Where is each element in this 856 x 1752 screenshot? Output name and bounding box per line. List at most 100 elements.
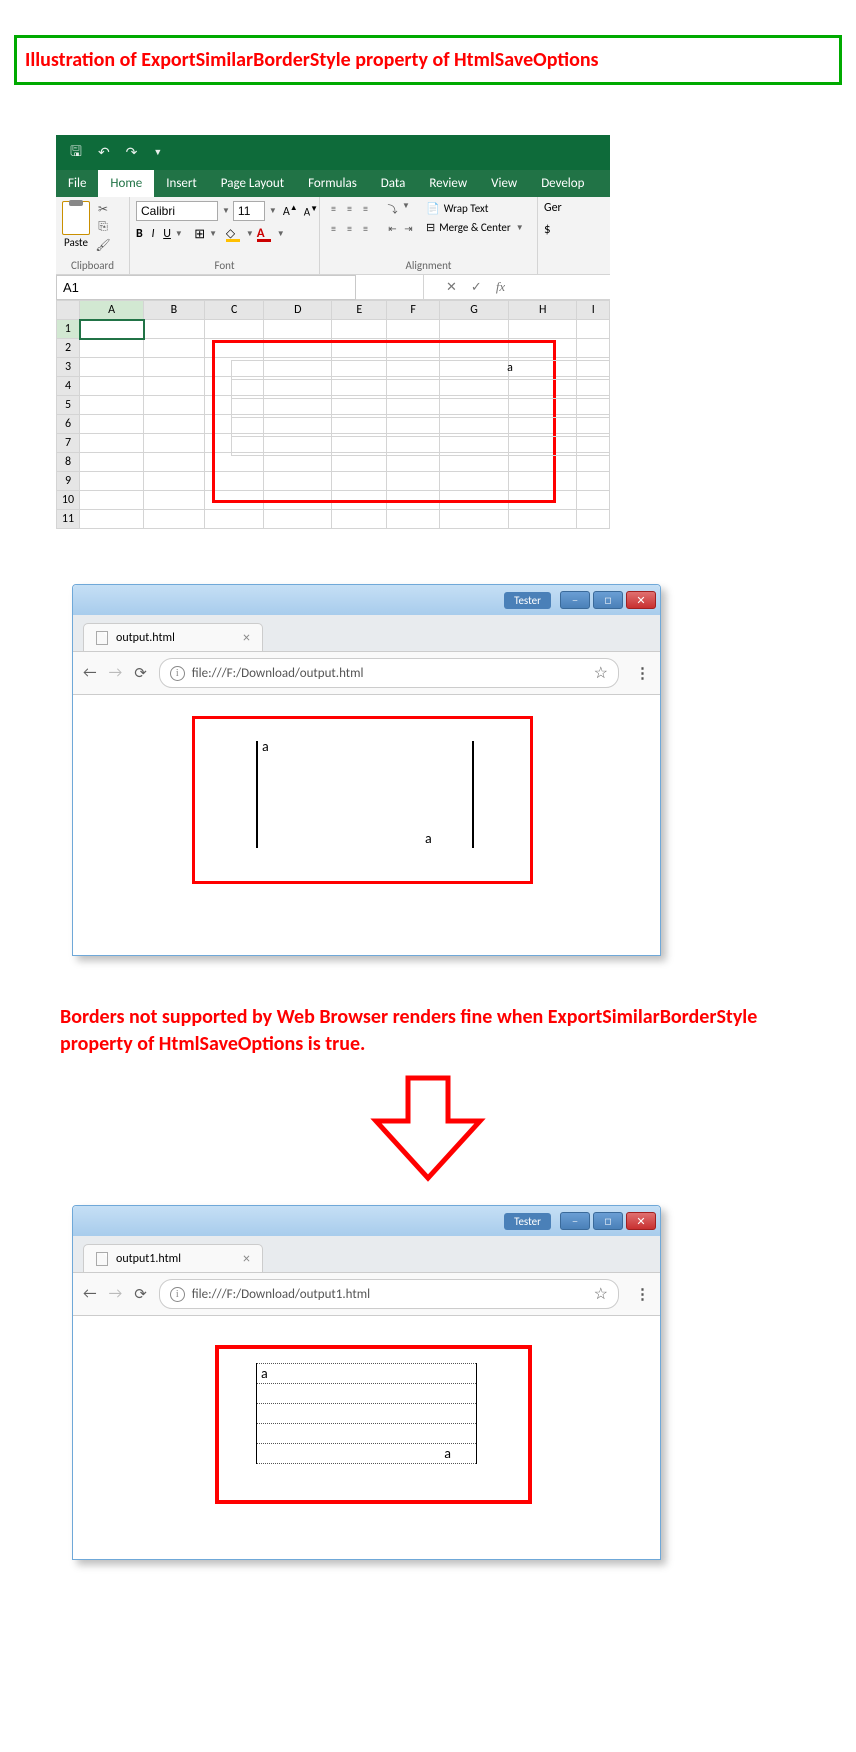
font-color-icon[interactable]: A [257,226,273,242]
col-header[interactable]: G [439,301,508,320]
select-all-corner[interactable] [57,301,80,320]
col-header[interactable]: E [332,301,387,320]
col-header[interactable]: I [577,301,610,320]
wrap-text-button[interactable]: 📄 Wrap Text [426,202,524,215]
paste-icon[interactable] [62,201,90,235]
italic-button[interactable]: I [151,227,154,241]
maximize-button[interactable]: ◻ [593,1212,623,1230]
address-bar[interactable]: i file:///F:/Download/output.html ☆ [159,658,619,688]
align-left-icon[interactable]: ≡ [326,221,341,236]
row-header[interactable]: 2 [57,339,80,358]
close-tab-icon[interactable]: × [243,629,250,646]
menu-icon[interactable]: ⋮ [635,1285,650,1304]
fill-color-icon[interactable]: ◇ [226,226,242,242]
reload-button[interactable]: ⟳ [134,664,147,683]
number-format-select[interactable]: Ger [544,201,592,215]
row-header[interactable]: 1 [57,320,80,339]
col-header[interactable]: H [509,301,577,320]
increase-font-icon[interactable]: A▲ [283,203,298,219]
minimize-button[interactable]: ─ [560,1212,590,1230]
decrease-indent-icon[interactable]: ⇤ [385,221,400,236]
tab-home[interactable]: Home [98,170,154,197]
close-tab-icon[interactable]: × [243,1250,250,1267]
col-header[interactable]: D [264,301,332,320]
underline-button[interactable]: U [163,227,171,241]
fx-label[interactable]: fx [496,279,505,295]
info-icon[interactable]: i [170,666,185,681]
col-header[interactable]: F [387,301,440,320]
col-header[interactable]: A [80,301,144,320]
browser-tab[interactable]: output.html × [83,623,263,651]
tab-file[interactable]: File [56,170,98,197]
browser-tab-strip: output1.html × [73,1236,660,1272]
chevron-down-icon[interactable]: ▼ [222,206,230,216]
close-button[interactable]: ✕ [626,591,656,609]
back-button[interactable]: ← [83,664,97,682]
col-header[interactable]: C [204,301,264,320]
copy-icon[interactable]: ⎘ [95,220,111,236]
save-icon[interactable]: 🖫 [70,141,82,165]
cut-icon[interactable]: ✂ [95,202,111,218]
enter-fx-icon[interactable]: ✓ [471,280,482,295]
window-titlebar: Tester ─ ◻ ✕ [73,1206,660,1236]
profile-badge[interactable]: Tester [504,1213,551,1230]
row-header[interactable]: 10 [57,491,80,510]
tab-developer[interactable]: Develop [529,170,596,197]
bookmark-icon[interactable]: ☆ [594,1284,608,1304]
tab-insert[interactable]: Insert [154,170,209,197]
row-header[interactable]: 5 [57,396,80,415]
align-center-icon[interactable]: ≡ [342,221,357,236]
increase-indent-icon[interactable]: ⇥ [401,221,416,236]
row-header[interactable]: 4 [57,377,80,396]
qat-dropdown-icon[interactable]: ▼ [153,147,162,158]
info-icon[interactable]: i [170,1287,185,1302]
row-header[interactable]: 6 [57,415,80,434]
tab-page-layout[interactable]: Page Layout [209,170,296,197]
font-size-input[interactable] [233,201,265,221]
merge-center-button[interactable]: ⊟ Merge & Center ▼ [426,221,524,234]
orientation-icon[interactable]: ⤵ [385,201,400,216]
row-header[interactable]: 3 [57,358,80,377]
align-bottom-icon[interactable]: ≡ [358,201,373,216]
row-header[interactable]: 9 [57,472,80,491]
cell-value: a [262,738,269,755]
currency-button[interactable]: $ [544,222,592,237]
chevron-down-icon[interactable]: ▼ [269,206,277,216]
browser-tab[interactable]: output1.html × [83,1244,263,1272]
bold-button[interactable]: B [136,227,143,241]
format-painter-icon[interactable]: 🖌 [95,238,111,254]
reload-button[interactable]: ⟳ [134,1285,147,1304]
redo-icon[interactable]: ↷ [126,144,138,161]
menu-icon[interactable]: ⋮ [635,664,650,683]
name-box-input[interactable] [56,275,356,300]
tab-data[interactable]: Data [369,170,418,197]
tab-formulas[interactable]: Formulas [296,170,369,197]
row-header[interactable]: 11 [57,510,80,529]
border-icon[interactable]: ⊞ [194,227,205,242]
cancel-fx-icon[interactable]: ✕ [446,280,457,295]
cell-a1[interactable] [80,320,144,339]
col-header[interactable]: B [144,301,205,320]
bookmark-icon[interactable]: ☆ [594,663,608,683]
down-arrow-icon [0,1073,856,1183]
profile-badge[interactable]: Tester [504,592,551,609]
decrease-font-icon[interactable]: A▼ [304,204,318,219]
close-button[interactable]: ✕ [626,1212,656,1230]
align-top-icon[interactable]: ≡ [326,201,341,216]
document-icon [96,631,108,645]
worksheet-grid[interactable]: A B C D E F G H I 1 2 3 4 5 6 7 8 9 10 1… [56,300,610,529]
font-name-input[interactable] [136,201,218,221]
tab-view[interactable]: View [479,170,529,197]
address-bar[interactable]: i file:///F:/Download/output1.html ☆ [159,1279,619,1309]
align-right-icon[interactable]: ≡ [358,221,373,236]
minimize-button[interactable]: ─ [560,591,590,609]
tab-review[interactable]: Review [417,170,479,197]
forward-button[interactable]: → [109,664,123,682]
align-middle-icon[interactable]: ≡ [342,201,357,216]
back-button[interactable]: ← [83,1285,97,1303]
row-header[interactable]: 7 [57,434,80,453]
row-header[interactable]: 8 [57,453,80,472]
forward-button[interactable]: → [109,1285,123,1303]
maximize-button[interactable]: ◻ [593,591,623,609]
undo-icon[interactable]: ↶ [98,144,110,161]
